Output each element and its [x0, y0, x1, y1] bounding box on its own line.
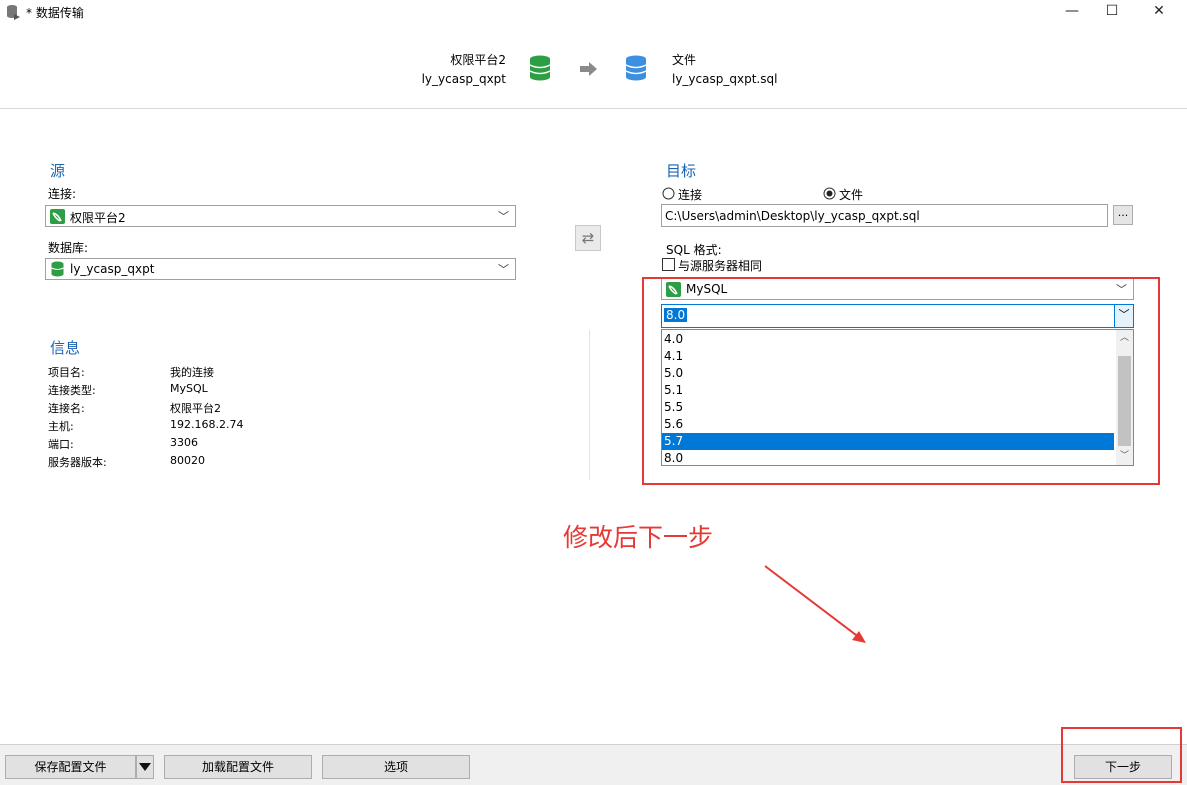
options-button[interactable]: 选项 [322, 755, 470, 779]
database-icon [51, 261, 64, 277]
info-label: 项目名: [48, 366, 85, 379]
arrow-right-icon [580, 62, 597, 76]
info-label: 主机: [48, 420, 74, 433]
close-button[interactable]: ✕ [1136, 0, 1182, 24]
maximize-button[interactable]: ☐ [1089, 0, 1135, 24]
chevron-down-icon: ﹀ [498, 210, 509, 223]
info-value: 3306 [170, 436, 198, 449]
annotation-text: 修改后下一步 [563, 523, 714, 552]
target-section-title: 目标 [666, 162, 697, 180]
info-value: 80020 [170, 454, 205, 467]
source-database-name: ly_ycasp_qxpt [421, 72, 506, 86]
info-value: 权限平台2 [170, 402, 221, 415]
radio-connection-label: 连接 [678, 188, 703, 202]
info-section-title: 信息 [50, 339, 81, 357]
info-label: 连接名: [48, 402, 85, 415]
source-connection-select[interactable]: 权限平台2 ﹀ [45, 205, 516, 227]
load-profile-button[interactable]: 加载配置文件 [164, 755, 312, 779]
caret-down-icon [139, 763, 151, 771]
info-value: MySQL [170, 382, 208, 395]
mysql-connection-icon [50, 209, 65, 224]
info-value: 192.168.2.74 [170, 418, 244, 431]
transfer-summary-header: 权限平台2 ly_ycasp_qxpt 文件 ly_ycasp_qxpt.sql [0, 24, 1187, 109]
source-database-value: ly_ycasp_qxpt [70, 262, 155, 276]
info-label: 连接类型: [48, 384, 96, 397]
title-bar: * 数据传输 — ☐ ✕ [0, 0, 1187, 24]
database-label: 数据库: [48, 241, 89, 255]
swap-icon[interactable]: ⇄ [575, 225, 601, 251]
browse-button[interactable]: ... [1113, 205, 1133, 225]
info-value: 我的连接 [170, 366, 214, 379]
target-database-icon [625, 55, 647, 81]
source-section-title: 源 [50, 162, 66, 180]
section-divider [589, 330, 590, 480]
source-connection-name: 权限平台2 [450, 53, 506, 67]
checkbox-unchecked-icon [662, 258, 675, 271]
database-transfer-icon [7, 5, 20, 20]
source-database-icon [529, 55, 551, 81]
chevron-down-icon: ﹀ [498, 263, 509, 276]
file-path-input[interactable]: C:\Users\admin\Desktop\ly_ycasp_qxpt.sql [661, 204, 1108, 227]
source-connection-value: 权限平台2 [70, 211, 126, 225]
target-file-name: ly_ycasp_qxpt.sql [672, 72, 778, 86]
info-label: 服务器版本: [48, 456, 107, 469]
annotation-highlight-box [642, 277, 1160, 485]
same-as-source-label: 与源服务器相同 [678, 259, 763, 273]
radio-file-label: 文件 [839, 188, 864, 202]
info-label: 端口: [48, 438, 74, 451]
source-database-select[interactable]: ly_ycasp_qxpt ﹀ [45, 258, 516, 280]
radio-checked-icon [823, 187, 836, 200]
sql-format-label: SQL 格式: [666, 243, 722, 257]
file-path-value: C:\Users\admin\Desktop\ly_ycasp_qxpt.sql [665, 209, 920, 223]
target-type: 文件 [672, 53, 697, 67]
next-button-highlight-box [1061, 727, 1182, 783]
window-title: * 数据传输 [26, 6, 84, 20]
annotation-arrow-icon [764, 565, 866, 643]
save-profile-button[interactable]: 保存配置文件 [5, 755, 136, 779]
radio-unchecked-icon [662, 187, 675, 200]
connection-label: 连接: [48, 187, 77, 201]
save-profile-dropdown[interactable] [136, 755, 154, 779]
